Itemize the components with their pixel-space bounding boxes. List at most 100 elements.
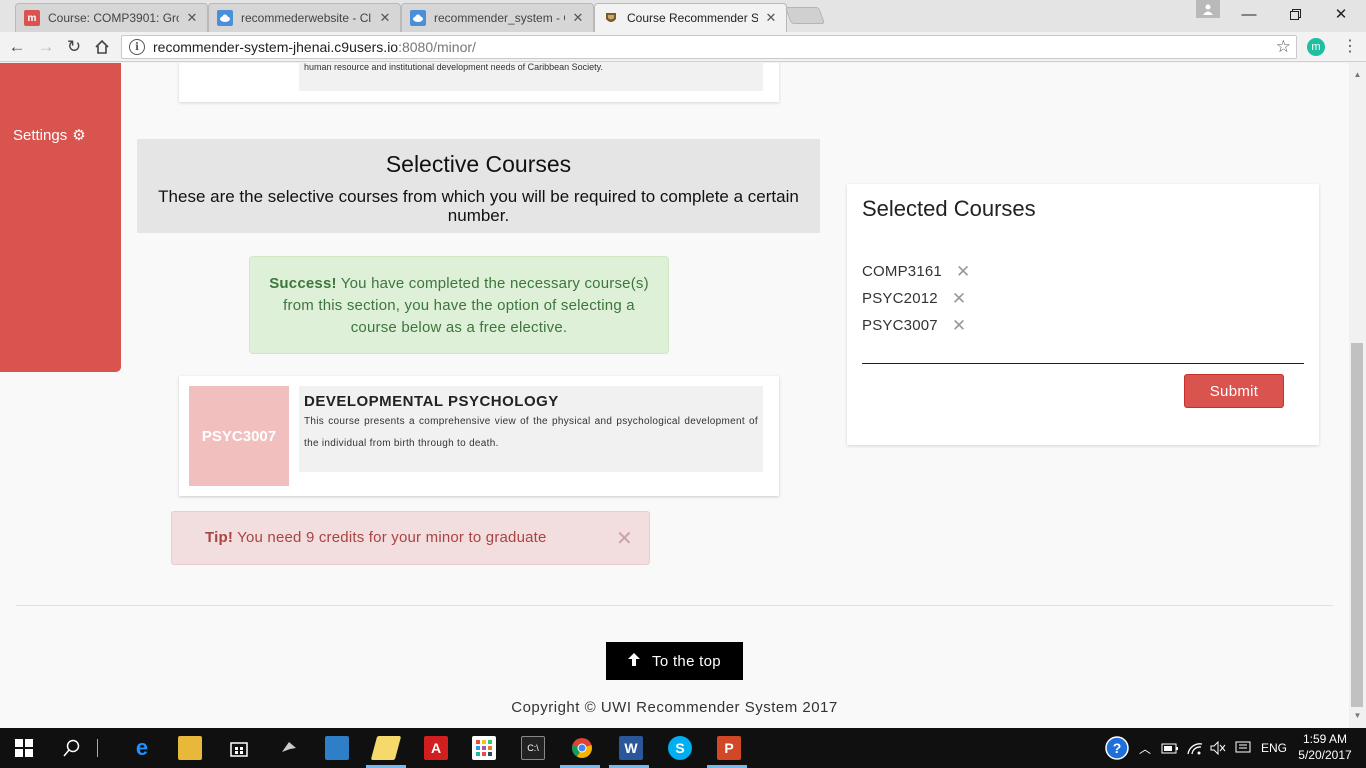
close-icon[interactable]: ✕	[571, 10, 585, 26]
sidebar-item-settings[interactable]: Settings ⚙	[13, 126, 86, 145]
scroll-up-arrow-icon[interactable]: ▲	[1349, 67, 1366, 83]
help-icon[interactable]: ?	[1105, 728, 1129, 768]
course-code: PSYC2012	[862, 290, 938, 307]
page-viewport: Settings ⚙ human resource and institutio…	[0, 63, 1349, 728]
close-icon[interactable]: ✕	[764, 10, 778, 26]
windows-start-icon[interactable]	[12, 736, 36, 760]
new-tab-button[interactable]	[784, 7, 826, 24]
battery-icon[interactable]	[1161, 728, 1179, 768]
word-icon[interactable]: W	[619, 736, 643, 760]
extension-icon[interactable]: m	[1307, 38, 1325, 56]
section-title: Selective Courses	[385, 151, 572, 177]
sidebar: Settings ⚙	[0, 63, 121, 372]
course-card[interactable]: PSYC3007 DEVELOPMENTAL PSYCHOLOGY This c…	[179, 376, 779, 496]
file-explorer-icon[interactable]	[178, 736, 202, 760]
close-icon[interactable]: ✕	[185, 10, 199, 26]
search-icon[interactable]	[60, 736, 84, 760]
divider	[862, 363, 1304, 364]
footer-divider	[16, 605, 1333, 606]
course-name: DEVELOPMENTAL PSYCHOLOGY	[304, 393, 559, 410]
remove-icon[interactable]: ✕	[956, 262, 970, 282]
language-indicator[interactable]: ENG	[1261, 728, 1287, 768]
section-subtitle: These are the selective courses from whi…	[158, 187, 799, 225]
acrobat-icon[interactable]: A	[424, 736, 448, 760]
course-code: COMP3161	[862, 263, 942, 280]
home-icon[interactable]	[91, 36, 113, 58]
browser-tab-3[interactable]: Course Recommender Sy ✕	[594, 3, 787, 32]
tip-alert: Tip! You need 9 credits for your minor t…	[171, 511, 650, 565]
clock-date: 5/20/2017	[1298, 748, 1352, 762]
course-description: human resource and institutional develop…	[299, 63, 763, 91]
info-icon[interactable]: i	[129, 39, 145, 55]
selected-courses-panel: Selected Courses COMP3161 ✕ PSYC2012 ✕ P…	[847, 184, 1319, 445]
forward-arrow-icon[interactable]: →	[35, 36, 57, 58]
page-scrollbar[interactable]: ▲ ▼	[1349, 63, 1366, 728]
course-description: This course presents a comprehensive vie…	[304, 416, 758, 449]
action-center-icon[interactable]	[1235, 728, 1251, 768]
moodle-icon: m	[24, 10, 40, 26]
remove-icon[interactable]: ✕	[952, 289, 966, 309]
sticky-notes-icon[interactable]	[370, 736, 402, 760]
course-code: PSYC3007	[189, 386, 289, 486]
apps-grid-icon[interactable]	[472, 736, 496, 760]
tip-text: You need 9 credits for your minor to gra…	[233, 529, 547, 546]
cloud9-icon	[410, 10, 426, 26]
svg-text:?: ?	[1113, 740, 1122, 756]
browser-menu-icon[interactable]: ⋮	[1342, 36, 1358, 58]
browser-tab-strip: m Course: COMP3901: Grou ✕ recommederweb…	[0, 0, 1366, 32]
minimize-icon[interactable]: —	[1226, 0, 1272, 28]
tab-title: Course Recommender Sy	[627, 11, 758, 25]
close-icon[interactable]: ✕	[616, 526, 633, 551]
chrome-icon[interactable]	[570, 736, 594, 760]
remove-icon[interactable]: ✕	[952, 316, 966, 336]
skype-icon[interactable]: S	[668, 736, 692, 760]
taskbar-clock[interactable]: 1:59 AM 5/20/2017	[1294, 731, 1356, 763]
restore-icon[interactable]	[1272, 0, 1318, 28]
cloud9-icon	[217, 10, 233, 26]
success-alert: Success! You have completed the necessar…	[249, 256, 669, 354]
to-the-top-button[interactable]: To the top	[606, 642, 743, 680]
window-close-icon[interactable]: ✕	[1318, 0, 1364, 28]
panel-title: Selected Courses	[862, 196, 1036, 221]
tab-title: recommederwebsite - Cl	[241, 11, 372, 25]
chevron-up-icon[interactable]: ︿	[1139, 728, 1151, 768]
powerpoint-icon[interactable]: P	[717, 736, 741, 760]
course-card-partial: human resource and institutional develop…	[179, 63, 779, 102]
selected-course-item: COMP3161 ✕	[862, 258, 970, 285]
browser-tab-2[interactable]: recommender_system - C ✕	[401, 3, 594, 32]
taskbar: e A C:\ W S P ? ︿ ENG 1:59 AM 5/20/2017	[0, 728, 1366, 768]
url-path: :8080/minor/	[398, 39, 476, 55]
address-bar[interactable]: i recommender-system-jhenai.c9users.io :…	[121, 35, 1297, 59]
edge-icon[interactable]: e	[130, 735, 154, 760]
tip-strong: Tip!	[205, 529, 234, 546]
success-text: You have completed the necessary course(…	[283, 275, 649, 336]
selected-course-item: PSYC3007 ✕	[862, 312, 970, 339]
back-arrow-icon[interactable]: ←	[6, 36, 28, 58]
close-icon[interactable]: ✕	[378, 10, 392, 26]
selected-course-list: COMP3161 ✕ PSYC2012 ✕ PSYC3007 ✕	[862, 258, 970, 339]
success-strong: Success!	[269, 275, 337, 292]
arrow-up-icon	[628, 652, 641, 670]
wifi-icon[interactable]	[1187, 728, 1203, 768]
to-the-top-label: To the top	[652, 652, 721, 670]
user-profile-icon[interactable]	[1196, 0, 1220, 18]
store-icon[interactable]	[227, 736, 251, 760]
scroll-down-arrow-icon[interactable]: ▼	[1349, 708, 1366, 724]
section-header: Selective Courses These are the selectiv…	[137, 139, 820, 233]
browser-tab-1[interactable]: recommederwebsite - Cl ✕	[208, 3, 401, 32]
submit-button[interactable]: Submit	[1184, 374, 1284, 408]
gear-icon: ⚙	[72, 127, 86, 144]
news-app-icon[interactable]	[325, 736, 349, 760]
browser-tab-0[interactable]: m Course: COMP3901: Grou ✕	[15, 3, 208, 32]
volume-muted-icon[interactable]	[1210, 728, 1226, 768]
bookmark-star-icon[interactable]: ☆	[1276, 37, 1291, 57]
scrollbar-thumb[interactable]	[1351, 343, 1363, 707]
reload-icon[interactable]: ↻	[63, 36, 85, 58]
course-code: PSYC3007	[862, 317, 938, 334]
clock-time: 1:59 AM	[1302, 732, 1348, 746]
settings-label: Settings	[13, 126, 68, 144]
uwi-crest-icon	[603, 10, 619, 26]
tab-title: recommender_system - C	[434, 11, 565, 25]
terminal-icon[interactable]: C:\	[521, 736, 545, 760]
bird-app-icon[interactable]	[277, 736, 301, 760]
